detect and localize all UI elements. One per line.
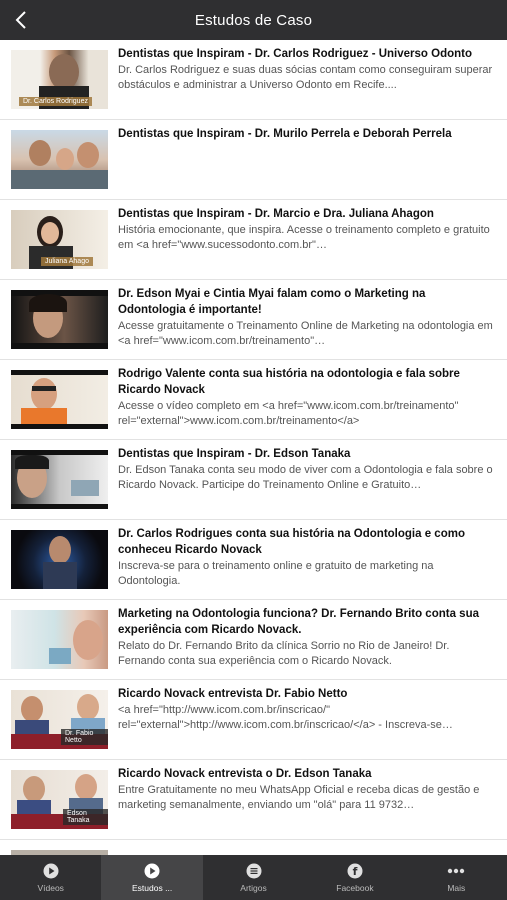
svg-text:f: f — [353, 865, 358, 878]
case-study-list[interactable]: Dr. Carlos Rodriguez Dentistas que Inspi… — [0, 40, 507, 855]
list-icon — [246, 863, 262, 878]
item-title: Dentistas que Inspiram - Dr. Murilo Perr… — [118, 128, 452, 140]
item-title: Dr. Carlos Rodrigues conta sua história … — [118, 528, 465, 556]
item-description: Dr. Carlos Rodriguez e suas duas sócias … — [118, 64, 493, 91]
tab-mais[interactable]: Mais — [406, 855, 507, 900]
list-item[interactable]: Dentistas que Inspiram - Dr. Murilo Perr… — [0, 120, 507, 200]
tab-facebook[interactable]: f Facebook — [304, 855, 405, 900]
item-description: Acesse gratuitamente o Treinamento Onlin… — [118, 320, 493, 347]
item-description: Acesse o vídeo completo em <a href="www.… — [118, 400, 459, 427]
item-description: <a href="http://www.icom.com.br/inscrica… — [118, 704, 453, 731]
list-item[interactable]: Dentistas que Inspiram - Dr. Edson Tanak… — [0, 440, 507, 520]
list-item[interactable]: Dr. Carlos Rodrigues conta sua história … — [0, 520, 507, 600]
thumbnail-caption: Juliana Ahago — [41, 257, 93, 266]
tab-label: Facebook — [336, 882, 374, 893]
tab-label: Vídeos — [37, 882, 64, 893]
top-bar: Estudos de Caso — [0, 0, 507, 40]
item-description: Dr. Edson Tanaka conta seu modo de viver… — [118, 464, 493, 491]
bottom-tab-bar: Vídeos Estudos ... Artigos f Facebook Ma… — [0, 855, 507, 900]
video-thumbnail — [11, 130, 108, 189]
play-circle-icon — [144, 863, 160, 878]
video-thumbnail: Juliana Ahago — [11, 210, 108, 269]
thumbnail-caption: Dr. Fabio Netto — [61, 729, 108, 745]
item-description: Entre Gratuitamente no meu WhatsApp Ofic… — [118, 784, 480, 811]
video-thumbnail — [11, 370, 108, 429]
video-thumbnail — [11, 610, 108, 669]
item-description: História emocionante, que inspira. Acess… — [118, 224, 490, 251]
item-title: Ricardo Novack entrevista Dr. Fabio Nett… — [118, 688, 348, 700]
item-title: Dentistas que Inspiram - Dr. Marcio e Dr… — [118, 208, 434, 220]
play-circle-icon — [43, 863, 59, 878]
more-dots-icon — [448, 868, 465, 873]
list-item[interactable]: Juliana Ahago Dentistas que Inspiram - D… — [0, 200, 507, 280]
tab-estudos[interactable]: Estudos ... — [101, 855, 203, 900]
list-item[interactable]: Edson Tanaka Ricardo Novack entrevista o… — [0, 760, 507, 840]
page-title: Estudos de Caso — [194, 11, 313, 29]
tab-videos[interactable]: Vídeos — [0, 855, 101, 900]
list-item[interactable]: Dr. Fabio Netto Ricardo Novack entrevist… — [0, 680, 507, 760]
item-title: Dentistas que Inspiram - Dr. Edson Tanak… — [118, 448, 351, 460]
video-thumbnail — [11, 450, 108, 509]
list-item[interactable] — [0, 840, 507, 855]
item-title: Ricardo Novack entrevista o Dr. Edson Ta… — [118, 768, 372, 780]
item-description: Inscreva-se para o treinamento online e … — [118, 560, 434, 587]
item-title: Marketing na Odontologia funciona? Dr. F… — [118, 608, 479, 636]
thumbnail-caption: Edson Tanaka — [63, 809, 108, 825]
tab-artigos[interactable]: Artigos — [203, 855, 304, 900]
video-thumbnail — [11, 290, 108, 349]
back-button[interactable] — [10, 8, 32, 32]
item-title: Dentistas que Inspiram - Dr. Carlos Rodr… — [118, 48, 472, 60]
tab-label: Mais — [447, 882, 466, 893]
tab-label: Artigos — [240, 882, 267, 893]
facebook-icon: f — [347, 863, 363, 878]
item-description: Relato do Dr. Fernando Brito da clínica … — [118, 640, 450, 667]
list-item[interactable]: Rodrigo Valente conta sua história na od… — [0, 360, 507, 440]
video-thumbnail: Edson Tanaka — [11, 770, 108, 829]
tab-label: Estudos ... — [132, 882, 173, 893]
thumbnail-caption: Dr. Carlos Rodriguez — [19, 97, 92, 106]
video-thumbnail: Dr. Fabio Netto — [11, 690, 108, 749]
item-title: Rodrigo Valente conta sua história na od… — [118, 368, 460, 396]
video-thumbnail: Dr. Carlos Rodriguez — [11, 50, 108, 109]
item-title: Dr. Edson Myai e Cintia Myai falam como … — [118, 288, 426, 316]
list-item[interactable]: Marketing na Odontologia funciona? Dr. F… — [0, 600, 507, 680]
list-item[interactable]: Dr. Carlos Rodriguez Dentistas que Inspi… — [0, 40, 507, 120]
chevron-left-icon — [15, 11, 26, 29]
video-thumbnail — [11, 530, 108, 589]
list-item[interactable]: Dr. Edson Myai e Cintia Myai falam como … — [0, 280, 507, 360]
